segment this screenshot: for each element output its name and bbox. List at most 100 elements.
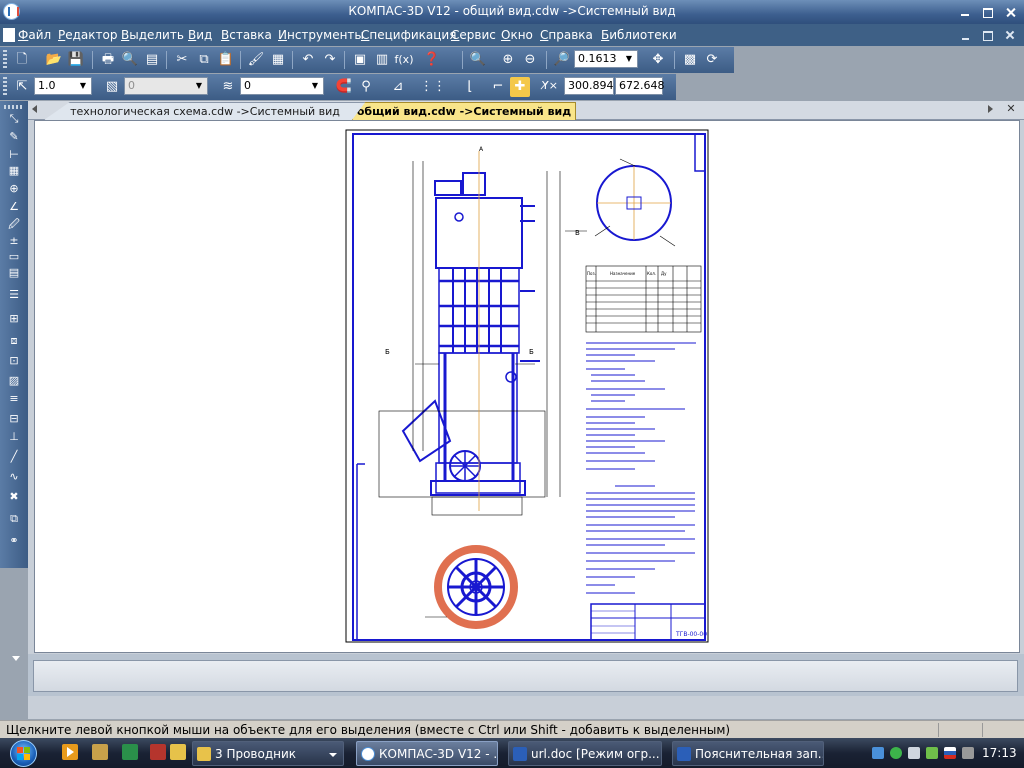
- save-icon[interactable]: 💾: [66, 50, 86, 70]
- select-tool-icon[interactable]: ±: [5, 233, 23, 249]
- fragment-icon[interactable]: ⧈: [5, 333, 23, 349]
- zoom-in-icon[interactable]: ⊕: [498, 50, 518, 70]
- minimize-button[interactable]: [954, 3, 976, 21]
- associative-views-icon[interactable]: ▭: [5, 249, 23, 265]
- tab-general-view[interactable]: общий вид.cdw ->Системный вид: [352, 102, 576, 120]
- open-icon[interactable]: 📂: [44, 50, 64, 70]
- show-all-icon[interactable]: ▩: [680, 50, 700, 70]
- zoom-out-icon[interactable]: ⊖: [520, 50, 540, 70]
- clock[interactable]: 17:13: [982, 746, 1017, 760]
- update-icon[interactable]: [926, 747, 938, 759]
- layers-icon[interactable]: ≋: [218, 77, 238, 97]
- cut-icon[interactable]: ✂: [172, 50, 192, 70]
- app-tray-icon[interactable]: [890, 747, 902, 759]
- snap-toggle-icon[interactable]: ✚: [510, 77, 530, 97]
- table-icon[interactable]: ⊟: [5, 411, 23, 427]
- scale-icon[interactable]: ⇱: [12, 77, 32, 97]
- menu-select[interactable]: Выделить: [121, 28, 184, 42]
- coord-y-field[interactable]: 672.648: [615, 77, 665, 95]
- quick-launch-icon[interactable]: [150, 744, 166, 760]
- refresh-icon[interactable]: ⟳: [702, 50, 722, 70]
- local-snap-icon[interactable]: ⚲: [356, 77, 376, 97]
- menu-service[interactable]: Сервис: [451, 28, 496, 42]
- close-button[interactable]: [1000, 3, 1022, 21]
- tab-scroll-left-icon[interactable]: [32, 105, 37, 113]
- macro-icon[interactable]: ⊡: [5, 353, 23, 369]
- layer-combo[interactable]: 0 ▼: [240, 77, 324, 95]
- media-player-icon[interactable]: [62, 744, 78, 760]
- properties-icon[interactable]: ▤: [142, 50, 162, 70]
- zoom-combo[interactable]: 0.1613 ▼: [574, 50, 638, 68]
- print-preview-icon[interactable]: 🔍: [120, 50, 140, 70]
- measure-icon[interactable]: 🖉: [5, 217, 23, 233]
- ortho-icon[interactable]: ⊿: [388, 77, 408, 97]
- signal-icon[interactable]: [962, 747, 974, 759]
- variables-icon[interactable]: f(x): [394, 50, 414, 70]
- manager-icon[interactable]: ▦: [268, 50, 288, 70]
- view-icon[interactable]: ⊞: [5, 311, 23, 327]
- chevron-down-icon[interactable]: ▼: [76, 79, 90, 93]
- tab-technological-scheme[interactable]: технологическая схема.cdw ->Системный ви…: [44, 102, 366, 120]
- drawing-canvas[interactable]: ТГВ-00-00 В Б Б А Поз. Назначение Кол. Д…: [34, 120, 1020, 653]
- symbols-icon[interactable]: ▦: [5, 163, 23, 179]
- help-pointer-icon[interactable]: ❓: [422, 50, 442, 70]
- taskbar-explorer[interactable]: 3 Проводник: [192, 741, 344, 766]
- close-icon[interactable]: ✕: [1004, 101, 1018, 117]
- pan-icon[interactable]: ✥: [648, 50, 668, 70]
- view-scale-combo[interactable]: 1.0 ▼: [34, 77, 92, 95]
- delete-icon[interactable]: ✖: [5, 489, 23, 505]
- quick-launch-icon[interactable]: [122, 744, 138, 760]
- paste-icon[interactable]: 📋: [216, 50, 236, 70]
- menu-libraries[interactable]: Библиотеки: [601, 28, 677, 42]
- insert-icon[interactable]: ⧉: [5, 511, 23, 527]
- hatch-icon[interactable]: ▨: [5, 373, 23, 389]
- doc-minimize-button[interactable]: [958, 28, 974, 42]
- menu-file[interactable]: Файл: [18, 28, 51, 42]
- text-icon[interactable]: ≡: [5, 391, 23, 407]
- doc-close-button[interactable]: [1002, 28, 1018, 42]
- taskbar-word-explanatory[interactable]: Пояснительная зап...: [672, 741, 824, 766]
- spline-icon[interactable]: ∿: [5, 469, 23, 485]
- grid-icon[interactable]: ⋮⋮: [420, 77, 446, 97]
- taskbar-word-url[interactable]: url.doc [Режим огр...: [508, 741, 662, 766]
- start-button[interactable]: [4, 739, 44, 767]
- reports-icon[interactable]: ☰: [5, 287, 23, 303]
- redo-icon[interactable]: ↷: [320, 50, 340, 70]
- ortho-mode-icon[interactable]: ⌐: [488, 77, 508, 97]
- copy-icon[interactable]: ⧉: [194, 50, 214, 70]
- spec-icon[interactable]: ▤: [5, 265, 23, 281]
- line-icon[interactable]: ╱: [5, 449, 23, 465]
- panel-grip[interactable]: [4, 105, 24, 109]
- menu-view[interactable]: Вид: [188, 28, 212, 42]
- editing-icon[interactable]: ⊕: [5, 181, 23, 197]
- new-document-icon[interactable]: 🗋: [12, 50, 32, 70]
- local-cs-icon[interactable]: ⌊: [460, 77, 480, 97]
- chevron-down-icon[interactable]: ▼: [308, 79, 322, 93]
- chevron-down-icon[interactable]: ▼: [622, 52, 636, 66]
- toolbar-grip[interactable]: [3, 77, 7, 97]
- undo-icon[interactable]: ↶: [298, 50, 318, 70]
- menu-specification[interactable]: Спецификация: [361, 28, 456, 42]
- volume-icon[interactable]: [908, 747, 920, 759]
- toolbar-grip[interactable]: [3, 50, 7, 70]
- taskbar-kompas[interactable]: КОМПАС-3D V12 - ...: [356, 741, 498, 766]
- coord-x-field[interactable]: 300.894: [564, 77, 614, 95]
- state-icon[interactable]: ▧: [102, 77, 122, 97]
- tab-scroll-right-icon[interactable]: [988, 105, 993, 113]
- tree-icon[interactable]: ▣: [350, 50, 370, 70]
- network-icon[interactable]: [872, 747, 884, 759]
- menu-editor[interactable]: Редактор: [58, 28, 117, 42]
- menu-window[interactable]: Окно: [501, 28, 533, 42]
- parametrization-icon[interactable]: ∠: [5, 199, 23, 215]
- print-icon[interactable]: 🖶: [98, 50, 118, 70]
- format-brush-icon[interactable]: 🖌: [246, 50, 266, 70]
- document-icon[interactable]: [3, 28, 15, 42]
- dimensions-icon[interactable]: ⊢: [5, 147, 23, 163]
- zoom-window-icon[interactable]: 🔍: [468, 50, 488, 70]
- axis-icon[interactable]: ⊥: [5, 429, 23, 445]
- doc-restore-button[interactable]: [980, 28, 996, 42]
- language-flag-icon[interactable]: [944, 747, 956, 759]
- library-manager-icon[interactable]: ▥: [372, 50, 392, 70]
- snap-magnet-icon[interactable]: 🧲: [334, 77, 354, 97]
- quick-launch-icon[interactable]: [170, 744, 186, 760]
